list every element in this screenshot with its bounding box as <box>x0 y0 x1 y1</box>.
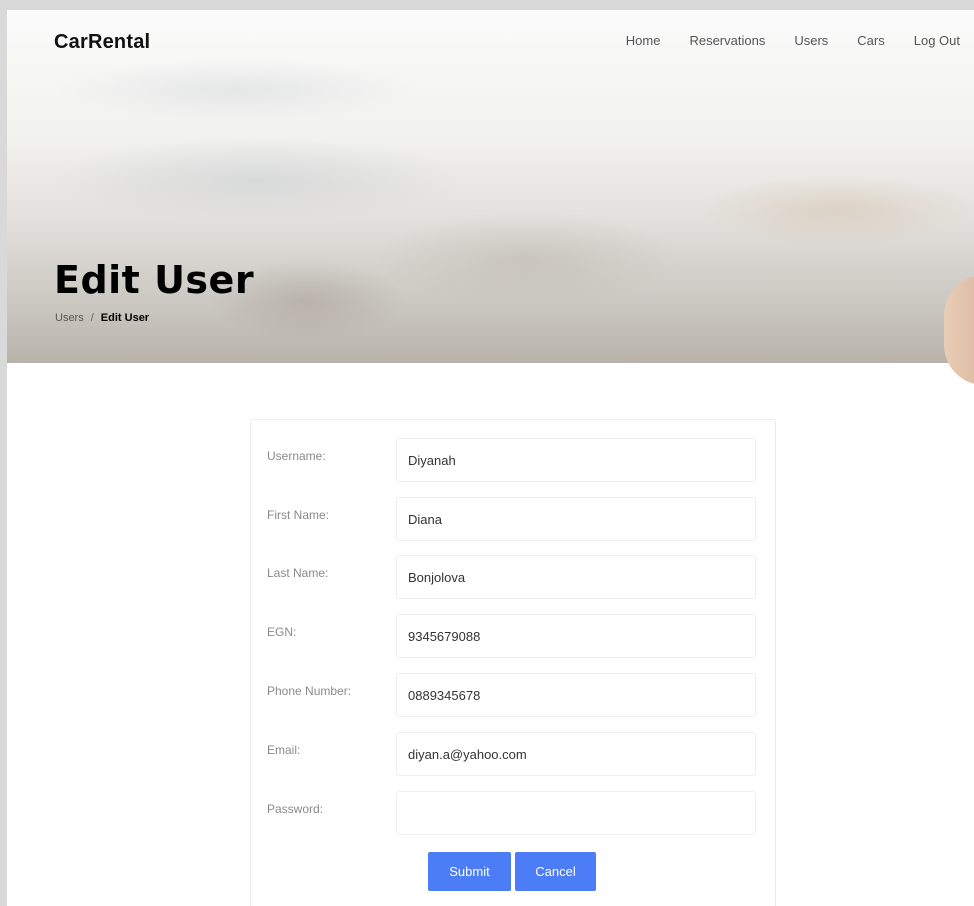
first-name-label: First Name: <box>267 508 330 522</box>
page: CarRental Home Reservations Users Cars L… <box>7 10 974 906</box>
nav-item-users[interactable]: Users <box>794 33 828 48</box>
form-row-egn: EGN: <box>251 614 775 660</box>
nav-item-logout[interactable]: Log Out <box>914 33 960 48</box>
email-input[interactable] <box>396 732 756 776</box>
username-label: Username: <box>267 449 326 463</box>
phone-number-label: Phone Number: <box>267 684 352 698</box>
nav-item-home[interactable]: Home <box>626 33 661 48</box>
form-row-first-name: First Name: <box>251 497 775 543</box>
breadcrumb-separator: / <box>90 312 94 324</box>
top-navbar: CarRental Home Reservations Users Cars L… <box>7 10 974 74</box>
form-actions: Submit Cancel <box>428 852 596 891</box>
form-row-last-name: Last Name: <box>251 555 775 601</box>
last-name-input[interactable] <box>396 555 756 599</box>
brand-logo[interactable]: CarRental <box>54 31 150 54</box>
form-row-username: Username: <box>251 438 775 484</box>
breadcrumb-item-users[interactable]: Users <box>55 312 84 324</box>
last-name-label: Last Name: <box>267 566 329 580</box>
phone-number-input[interactable] <box>396 673 756 717</box>
egn-label: EGN: <box>267 625 297 639</box>
password-label: Password: <box>267 802 324 816</box>
edit-user-form: Username: First Name: Last Name: EGN: Ph… <box>250 419 776 906</box>
page-title: Edit User <box>54 258 255 302</box>
form-row-phone-number: Phone Number: <box>251 673 775 719</box>
form-row-email: Email: <box>251 732 775 778</box>
nav-menu: Home Reservations Users Cars Log Out <box>597 33 960 48</box>
nav-item-cars[interactable]: Cars <box>857 33 884 48</box>
breadcrumb: Users / Edit User <box>55 312 149 324</box>
email-label: Email: <box>267 743 301 757</box>
breadcrumb-current: Edit User <box>100 312 150 324</box>
egn-input[interactable] <box>396 614 756 658</box>
username-input[interactable] <box>396 438 756 482</box>
form-row-password: Password: <box>251 791 775 837</box>
cancel-button[interactable]: Cancel <box>515 852 596 891</box>
hero-banner: CarRental Home Reservations Users Cars L… <box>7 10 974 385</box>
first-name-input[interactable] <box>396 497 756 541</box>
submit-button[interactable]: Submit <box>428 852 511 891</box>
password-input[interactable] <box>396 791 756 835</box>
hero-background-image <box>944 275 974 385</box>
nav-item-reservations[interactable]: Reservations <box>689 33 765 48</box>
